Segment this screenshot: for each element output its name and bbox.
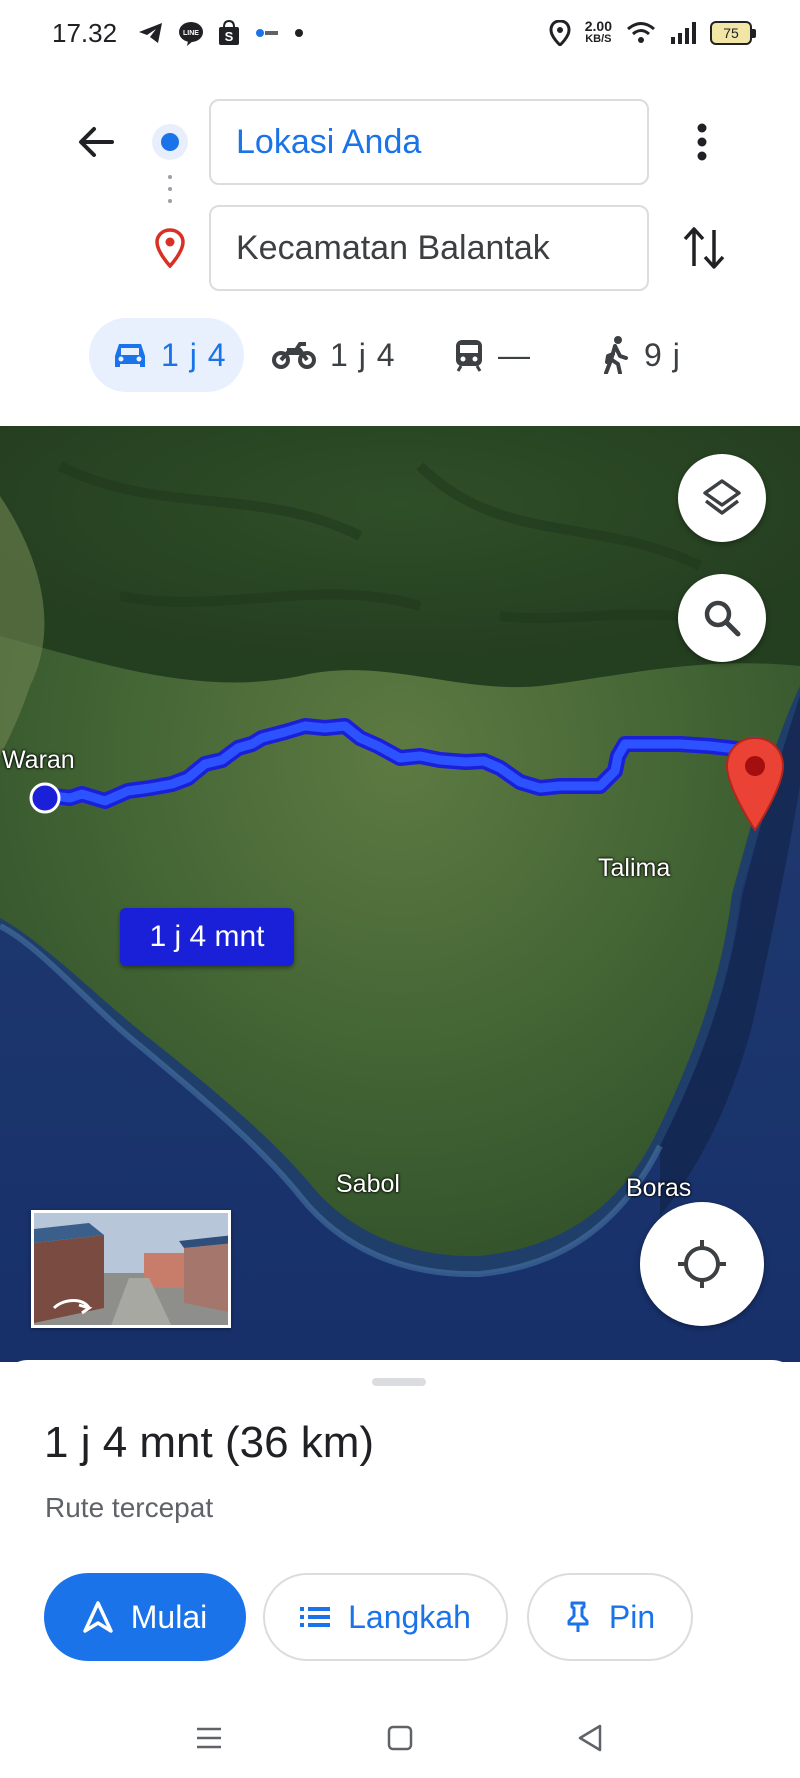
tab-motorcycle-label: 1 j 4 xyxy=(330,336,396,373)
dot-icon xyxy=(295,29,303,37)
car-icon xyxy=(115,344,145,367)
signal-icon xyxy=(671,22,696,44)
map-view[interactable]: Waran Talima Sabol Boras 1 j 4 mnt xyxy=(0,426,800,1362)
back-arrow-icon[interactable] xyxy=(72,118,120,166)
route-connector xyxy=(168,175,172,215)
app-icon xyxy=(256,29,278,37)
telegram-icon xyxy=(139,23,162,43)
destination-field[interactable]: Kecamatan Balantak xyxy=(209,205,649,291)
location-icon xyxy=(549,20,571,46)
layers-button[interactable] xyxy=(678,454,766,542)
origin-field[interactable]: Lokasi Anda xyxy=(209,99,649,185)
steps-label: Langkah xyxy=(348,1598,471,1635)
svg-text:S: S xyxy=(225,29,234,44)
status-time: 17.32 xyxy=(52,18,118,48)
wifi-icon xyxy=(627,22,655,43)
map-label-sabol: Sabol xyxy=(336,1170,400,1198)
tab-motorcycle[interactable]: 1 j 4 xyxy=(272,318,395,392)
battery-icon: 75 xyxy=(710,21,756,45)
tab-transit[interactable]: — xyxy=(454,318,531,392)
status-bar: 17.32 LINE S 2.00 KB/S 75 xyxy=(0,0,800,72)
network-speed: 2.00 KB/S xyxy=(584,18,612,45)
home-icon[interactable] xyxy=(384,1722,416,1754)
menu-icon[interactable] xyxy=(193,1722,225,1754)
swap-icon[interactable] xyxy=(680,222,728,274)
crosshair-icon xyxy=(678,1240,726,1288)
system-navigation-bar xyxy=(0,1700,800,1778)
route-summary: 1 j 4 mnt (36 km) xyxy=(44,1418,375,1467)
map-label-talima: Talima xyxy=(598,854,671,882)
svg-text:LINE: LINE xyxy=(183,30,199,37)
tab-walk-label: 9 j xyxy=(644,336,681,373)
steps-button[interactable]: Langkah xyxy=(263,1573,508,1661)
search-along-route-button[interactable] xyxy=(678,574,766,662)
tab-car[interactable]: 1 j 4 xyxy=(89,318,244,392)
route-subtitle: Rute tercepat xyxy=(45,1492,214,1523)
tab-walk[interactable]: 9 j xyxy=(602,318,681,392)
my-location-button[interactable] xyxy=(640,1202,764,1326)
line-icon: LINE xyxy=(179,22,203,46)
map-label-boras: Boras xyxy=(626,1174,692,1202)
motorcycle-icon xyxy=(272,342,316,369)
search-icon xyxy=(704,600,741,637)
train-icon xyxy=(456,340,482,372)
destination-marker-icon[interactable] xyxy=(724,736,786,832)
origin-dot-icon xyxy=(152,124,188,160)
travel-mode-tabs: 1 j 4 1 j 4 — 9 j xyxy=(0,318,800,392)
street-view-thumbnail[interactable] xyxy=(31,1210,231,1328)
pin-label: Pin xyxy=(608,1598,656,1635)
start-navigation-button[interactable]: Mulai xyxy=(44,1573,246,1661)
tab-car-label: 1 j 4 xyxy=(161,336,227,373)
pin-button[interactable]: Pin xyxy=(527,1573,693,1661)
list-icon xyxy=(300,1607,331,1627)
navigation-arrow-icon xyxy=(83,1601,113,1633)
tab-transit-label: — xyxy=(498,336,531,373)
more-options-icon[interactable] xyxy=(686,118,718,166)
route-eta-bubble[interactable]: 1 j 4 mnt xyxy=(120,908,294,966)
layers-icon xyxy=(703,479,741,515)
start-label: Mulai xyxy=(130,1598,208,1635)
shop-icon: S xyxy=(219,20,239,45)
back-nav-icon[interactable] xyxy=(574,1722,606,1754)
destination-pin-icon xyxy=(155,228,185,268)
map-label-waran: Waran xyxy=(2,746,75,774)
sheet-drag-handle[interactable] xyxy=(372,1378,426,1386)
pin-icon xyxy=(567,1601,589,1632)
walk-icon xyxy=(604,336,628,374)
